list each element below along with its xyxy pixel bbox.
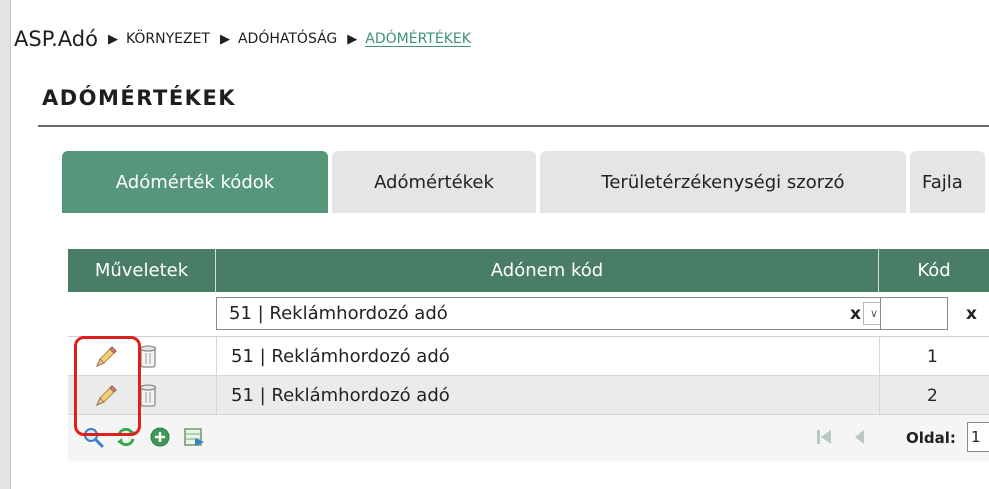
breadcrumb-separator-icon: ▶: [347, 31, 358, 47]
kod-filter-clear-button[interactable]: x: [966, 304, 977, 324]
tab-bar: Adómérték kódok Adómértékek Területérzék…: [62, 151, 989, 213]
adonem-filter-value: 51 | Reklámhordozó adó: [229, 303, 448, 324]
title-divider: [38, 125, 989, 127]
breadcrumb-item-adohatosag[interactable]: ADÓHATÓSÁG: [238, 31, 337, 47]
grid-footer-toolbar: Oldal: 1: [68, 414, 989, 461]
breadcrumb-item-kornyezet[interactable]: KÖRNYEZET: [126, 31, 210, 47]
pager-label: Oldal:: [906, 429, 956, 447]
cell-kod: 2: [879, 376, 989, 415]
breadcrumb-separator-icon: ▶: [107, 31, 118, 47]
breadcrumb: ASP.Adó ▶ KÖRNYEZET ▶ ADÓHATÓSÁG ▶ ADÓMÉ…: [14, 27, 471, 51]
page-title: ADÓMÉRTÉKEK: [42, 86, 237, 110]
cell-adonem: 51 | Reklámhordozó adó: [216, 376, 879, 415]
actions-highlight-box: [74, 336, 141, 436]
table-row: 51 | Reklámhordozó adó 1: [68, 337, 989, 376]
page-number-input[interactable]: 1: [967, 422, 989, 452]
breadcrumb-separator-icon: ▶: [219, 31, 230, 47]
column-header-adonem-kod[interactable]: Adónem kód: [216, 249, 879, 292]
export-icon[interactable]: [183, 426, 205, 448]
trash-delete-icon[interactable]: [138, 343, 158, 369]
tab-adomertek-kodok[interactable]: Adómérték kódok: [62, 151, 328, 213]
tab-fajla[interactable]: Fajla: [910, 151, 985, 213]
breadcrumb-item-active[interactable]: ADÓMÉRTÉKEK: [365, 31, 471, 47]
table-row: 51 | Reklámhordozó adó 2: [68, 376, 989, 415]
adonem-filter-clear-button[interactable]: x: [850, 304, 861, 324]
breadcrumb-root[interactable]: ASP.Adó: [14, 27, 98, 51]
left-sidebar-edge: [0, 0, 11, 489]
tab-teruleterzekenysegi-szorzo[interactable]: Területérzékenységi szorzó: [540, 151, 906, 213]
adonem-filter-select[interactable]: 51 | Reklámhordozó adó ∨: [216, 297, 888, 330]
filter-row: 51 | Reklámhordozó adó ∨ x x: [68, 292, 989, 337]
trash-delete-icon[interactable]: [138, 382, 158, 408]
tab-adomertekek[interactable]: Adómértékek: [332, 151, 536, 213]
previous-page-icon[interactable]: [849, 426, 871, 448]
add-icon[interactable]: [149, 426, 171, 448]
grid-header: Műveletek Adónem kód Kód: [68, 249, 989, 292]
page-number-value: 1: [971, 428, 981, 446]
first-page-icon[interactable]: [813, 426, 835, 448]
cell-adonem: 51 | Reklámhordozó adó: [216, 337, 879, 376]
kod-filter-input[interactable]: [880, 297, 948, 330]
column-header-kod[interactable]: Kód: [879, 249, 989, 292]
column-header-muveletek: Műveletek: [68, 249, 216, 292]
cell-kod: 1: [879, 337, 989, 376]
